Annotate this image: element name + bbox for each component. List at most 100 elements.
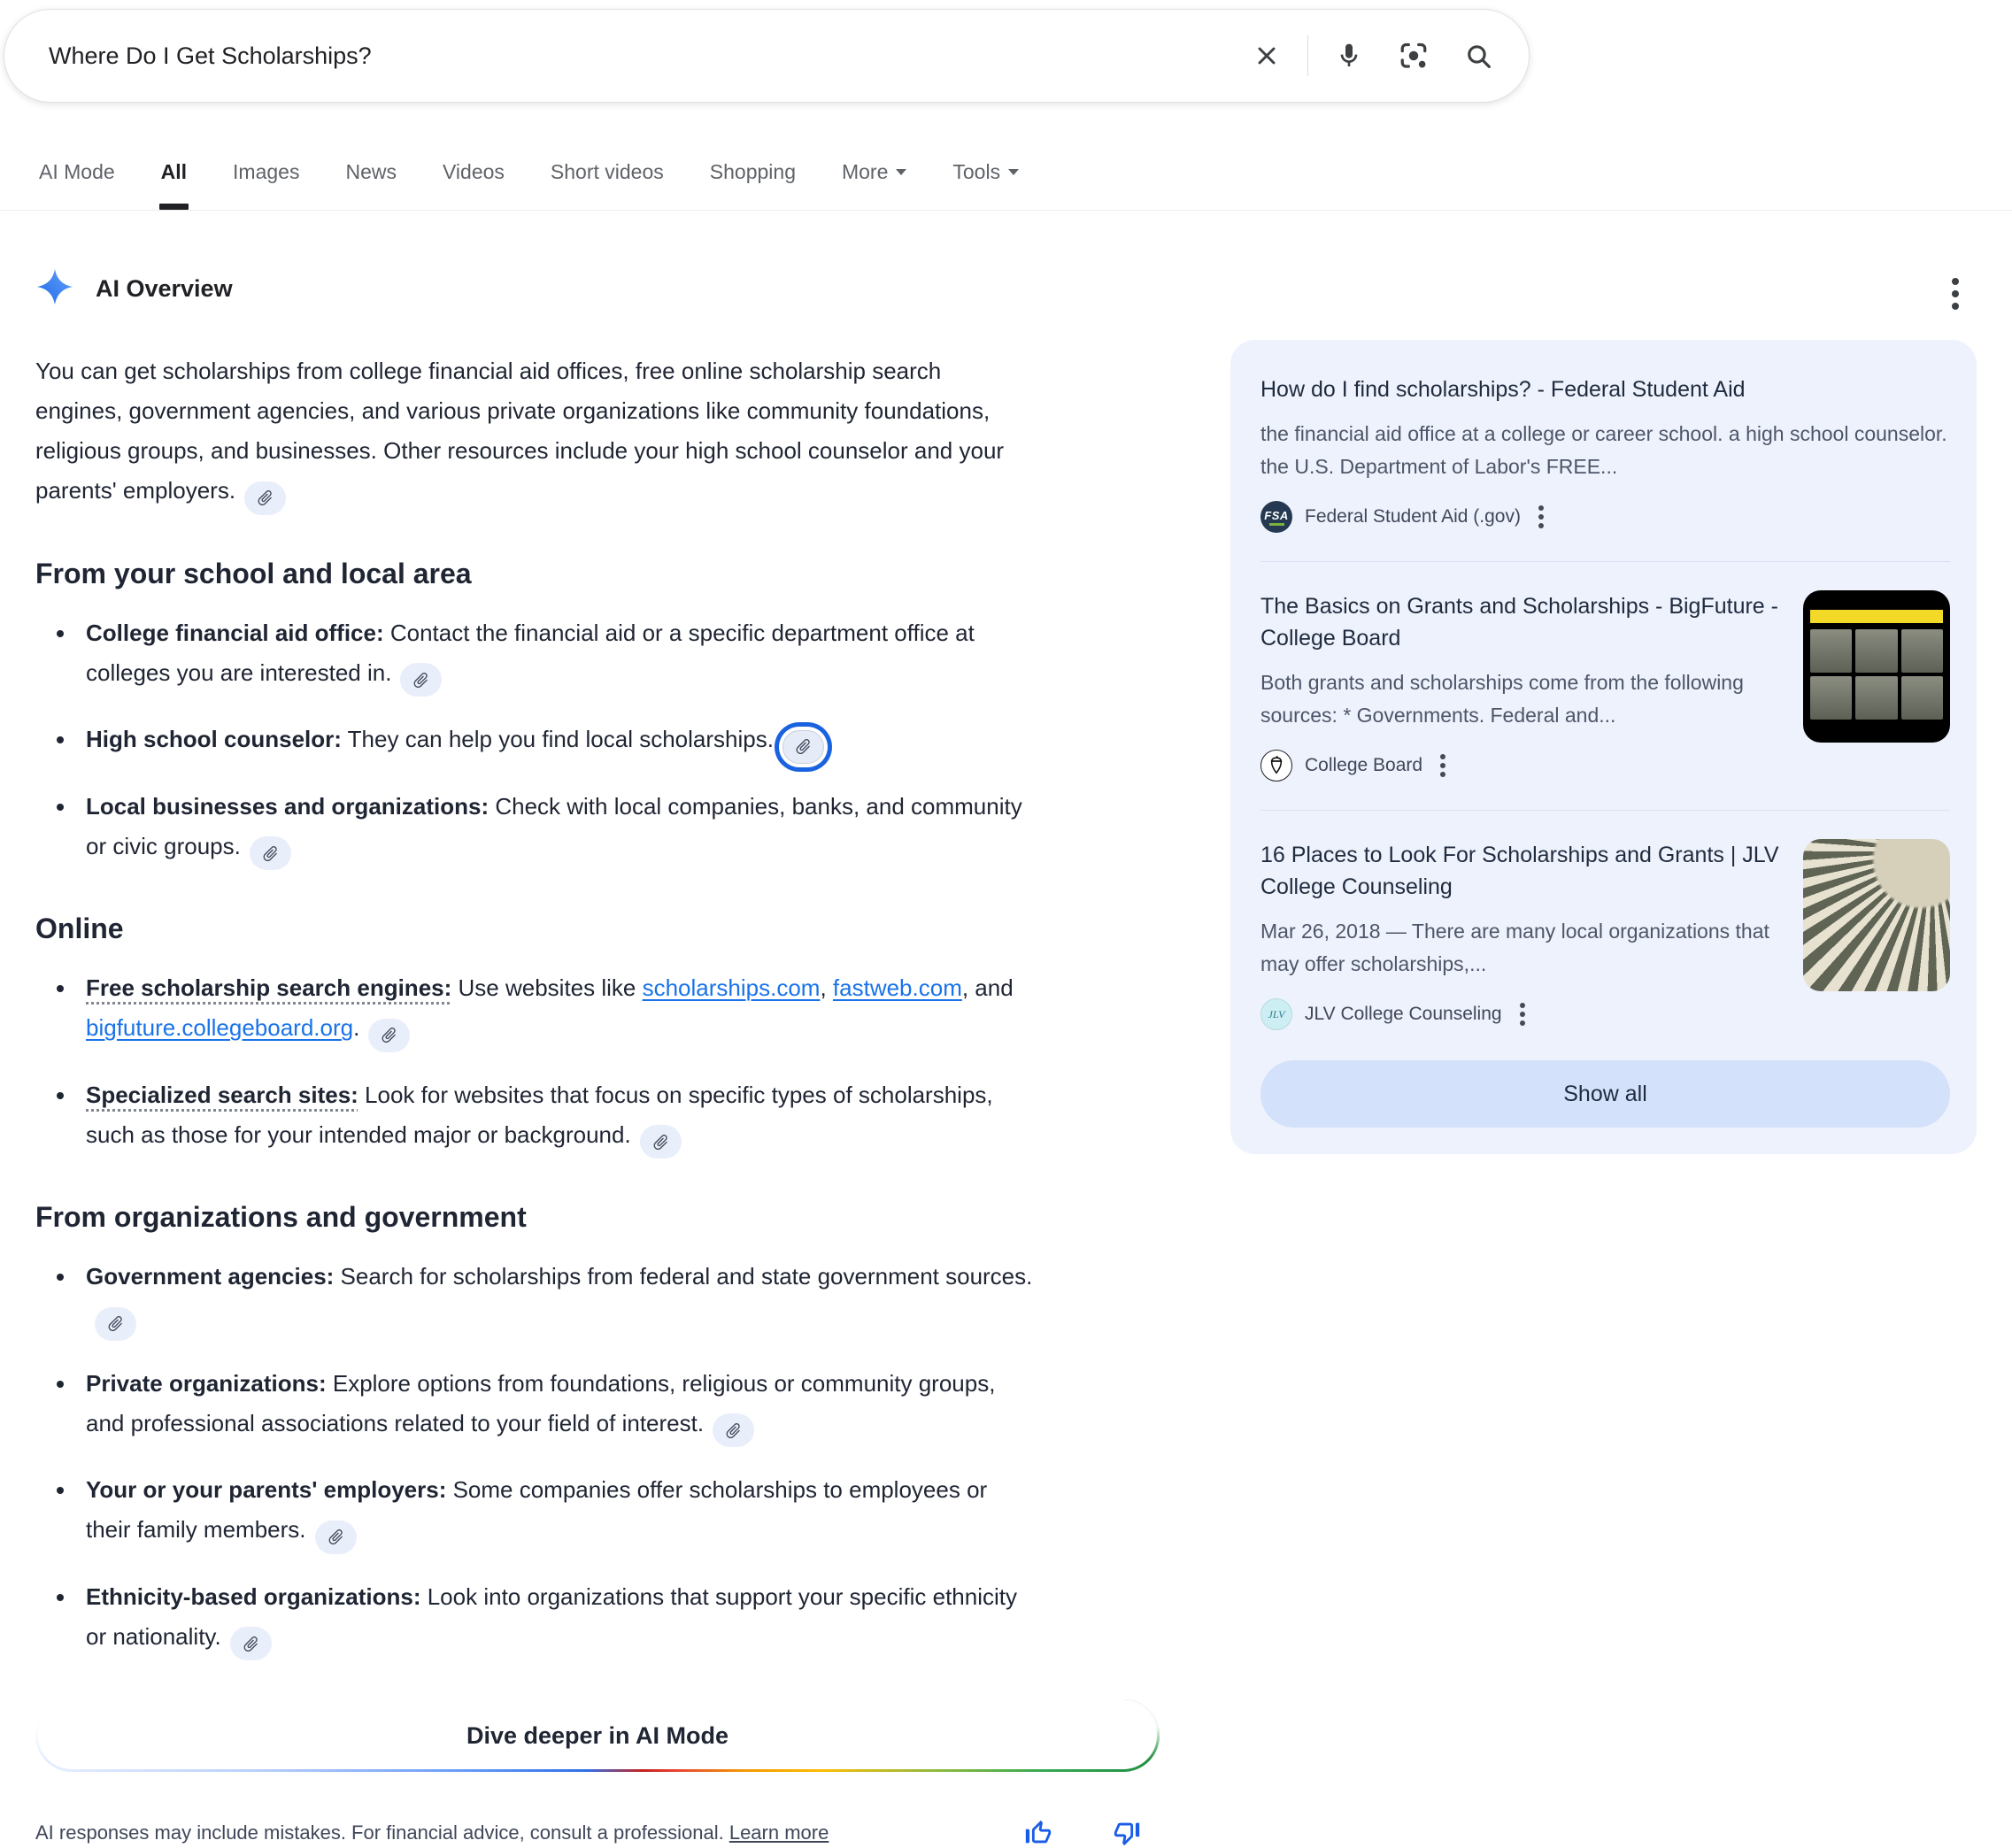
favicon-text: FSA [1264, 509, 1289, 522]
source-card[interactable]: How do I find scholarships? - Federal St… [1260, 373, 1950, 533]
tab-images[interactable]: Images [233, 135, 299, 210]
mic-icon[interactable] [1335, 42, 1363, 70]
bullet-text: Search for scholarships from federal and… [334, 1263, 1032, 1290]
search-icon[interactable] [1464, 42, 1493, 71]
source-options-icon[interactable] [1535, 502, 1547, 532]
tab-label: Shopping [710, 160, 796, 184]
source-snippet: the financial aid office at a college or… [1260, 418, 1950, 483]
bullet-text: They can help you find local scholarship… [342, 726, 774, 752]
fsa-favicon-icon: FSA [1260, 501, 1292, 533]
source-thumbnail-video[interactable] [1803, 590, 1950, 743]
bullet-lead: Local businesses and organizations: [86, 793, 489, 820]
dive-deeper-container: Dive deeper in AI Mode [35, 1699, 1160, 1772]
bullet-text: , and [962, 974, 1014, 1001]
search-input[interactable]: Where Do I Get Scholarships? [49, 42, 1253, 70]
source-name: JLV College Counseling [1305, 1004, 1502, 1025]
link-scholarships-com[interactable]: scholarships.com [643, 974, 821, 1001]
tab-ai-mode[interactable]: AI Mode [39, 135, 115, 210]
citation-chip[interactable] [315, 1521, 357, 1554]
link-fastweb-com[interactable]: fastweb.com [833, 974, 962, 1001]
lens-icon[interactable] [1399, 41, 1429, 71]
tab-label: All [161, 160, 187, 184]
bullet-lead[interactable]: Free scholarship search engines: [86, 974, 451, 1001]
list-item: Ethnicity-based organizations: Look into… [35, 1577, 1036, 1661]
source-options-icon[interactable] [1437, 751, 1449, 781]
tab-shopping[interactable]: Shopping [710, 135, 796, 210]
bullet-text: , [820, 974, 832, 1001]
citation-chip[interactable] [95, 1307, 136, 1341]
search-bar[interactable]: Where Do I Get Scholarships? [4, 9, 1530, 103]
citation-chip-focused[interactable] [782, 730, 824, 764]
citation-chip[interactable] [368, 1019, 410, 1052]
tab-news[interactable]: News [345, 135, 397, 210]
source-title[interactable]: The Basics on Grants and Scholarships - … [1260, 590, 1780, 654]
bullet-list: Free scholarship search engines: Use web… [35, 968, 1036, 1159]
citation-chip[interactable] [640, 1125, 682, 1159]
favicon-text: JLV [1268, 1008, 1285, 1021]
source-thumbnail-money[interactable] [1803, 839, 1950, 991]
tab-label: More [842, 160, 888, 184]
disclaimer: AI responses may include mistakes. For f… [35, 1821, 724, 1844]
tab-all[interactable]: All [161, 135, 187, 210]
tab-tools[interactable]: Tools [952, 135, 1019, 210]
section-heading: From your school and local area [35, 558, 1160, 590]
ai-overview-header: AI Overview [35, 267, 1160, 311]
bullet-list: College financial aid office: Contact th… [35, 613, 1036, 871]
ai-overview-title: AI Overview [96, 275, 233, 303]
tab-short-videos[interactable]: Short videos [551, 135, 664, 210]
bullet-text: Use websites like [451, 974, 642, 1001]
overview-options-icon[interactable] [1946, 273, 1964, 315]
ai-overview-section: AI Overview You can get scholarships fro… [35, 267, 1160, 1848]
bullet-lead: Your or your parents' employers: [86, 1476, 446, 1503]
bullet-text: . [353, 1014, 359, 1041]
tab-videos[interactable]: Videos [443, 135, 505, 210]
citation-chip[interactable] [400, 663, 442, 697]
tab-more[interactable]: More [842, 135, 906, 210]
search-bar-actions [1253, 35, 1493, 76]
bullet-lead: College financial aid office: [86, 620, 384, 646]
source-title[interactable]: 16 Places to Look For Scholarships and G… [1260, 839, 1780, 903]
list-item: Government agencies: Search for scholars… [35, 1257, 1036, 1341]
bullet-lead: Government agencies: [86, 1263, 334, 1290]
search-divider [1307, 35, 1308, 76]
list-item: Your or your parents' employers: Some co… [35, 1470, 1036, 1554]
tab-label: Videos [443, 160, 505, 184]
tab-label: Short videos [551, 160, 664, 184]
bullet-lead: Private organizations: [86, 1370, 327, 1397]
list-item: Private organizations: Explore options f… [35, 1364, 1036, 1448]
source-card[interactable]: 16 Places to Look For Scholarships and G… [1260, 839, 1950, 1030]
tab-label: News [345, 160, 397, 184]
dive-deeper-button[interactable]: Dive deeper in AI Mode [38, 1702, 1157, 1769]
list-item: Specialized search sites: Look for websi… [35, 1075, 1036, 1159]
disclaimer-text: AI responses may include mistakes. For f… [35, 1821, 829, 1844]
tab-label: Images [233, 160, 299, 184]
link-bigfuture-collegeboard-org[interactable]: bigfuture.collegeboard.org [86, 1014, 353, 1041]
source-card[interactable]: The Basics on Grants and Scholarships - … [1260, 590, 1950, 782]
results-tab-bar: AI Mode All Images News Videos Short vid… [0, 135, 2012, 211]
thumbs-up-icon[interactable] [1023, 1818, 1053, 1848]
list-item: Free scholarship search engines: Use web… [35, 968, 1036, 1052]
ai-overview-intro: You can get scholarships from college fi… [35, 351, 1014, 515]
chevron-down-icon [896, 169, 906, 175]
list-item: High school counselor: They can help you… [35, 720, 1036, 764]
list-item: Local businesses and organizations: Chec… [35, 787, 1036, 871]
source-name: College Board [1305, 755, 1422, 776]
source-snippet: Mar 26, 2018 — There are many local orga… [1260, 915, 1780, 981]
sources-panel: How do I find scholarships? - Federal St… [1230, 340, 1977, 1154]
show-all-button[interactable]: Show all [1260, 1060, 1950, 1128]
list-item: College financial aid office: Contact th… [35, 613, 1036, 697]
source-title[interactable]: How do I find scholarships? - Federal St… [1260, 373, 1950, 405]
citation-chip[interactable] [250, 836, 291, 870]
clear-icon[interactable] [1253, 42, 1281, 70]
citation-chip[interactable] [230, 1627, 272, 1660]
citation-chip[interactable] [713, 1413, 754, 1447]
bullet-lead[interactable]: Specialized search sites: [86, 1082, 358, 1108]
thumbnail-banner [1810, 610, 1943, 623]
source-options-icon[interactable] [1516, 999, 1529, 1029]
learn-more-link[interactable]: Learn more [729, 1821, 829, 1844]
thumbs-down-icon[interactable] [1112, 1818, 1142, 1848]
bullet-lead: High school counselor: [86, 726, 342, 752]
thumbnail-video-grid [1810, 629, 1943, 720]
source-name: Federal Student Aid (.gov) [1305, 506, 1521, 527]
citation-chip[interactable] [244, 481, 286, 515]
